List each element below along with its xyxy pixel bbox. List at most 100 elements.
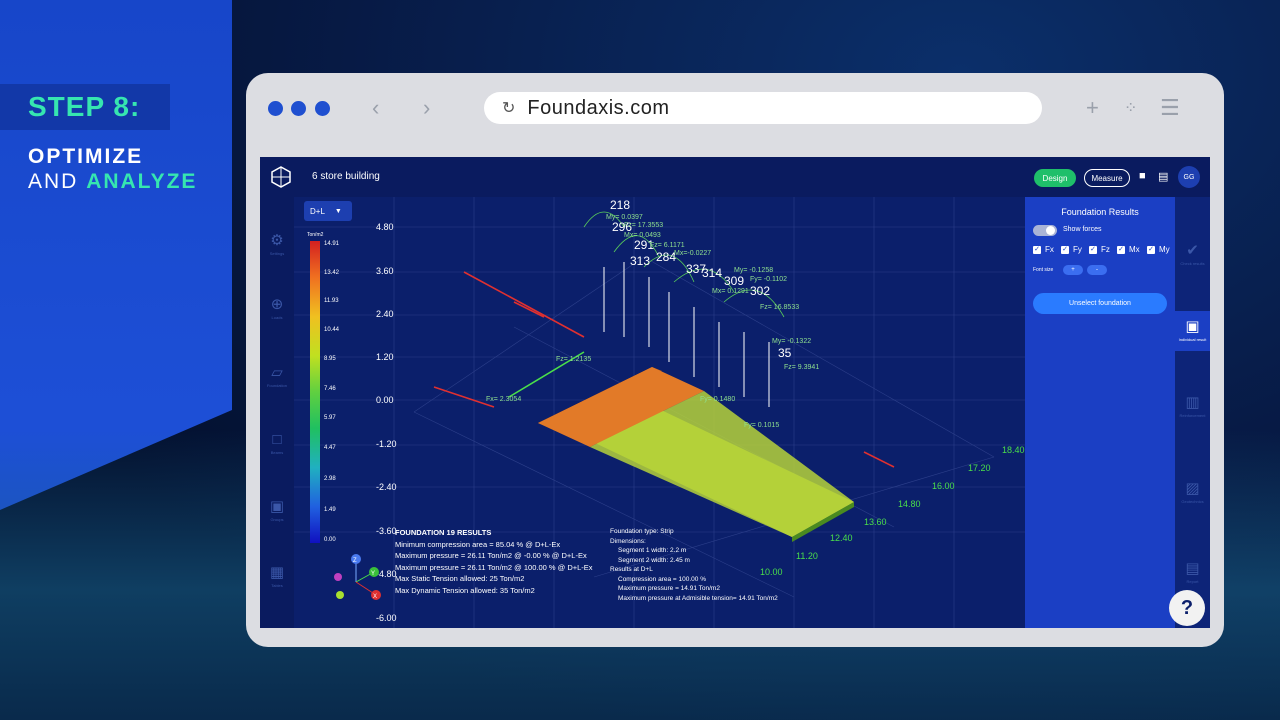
details-line: Maximum pressure = 14.91 Ton/m2 bbox=[618, 585, 720, 592]
design-button[interactable]: Design bbox=[1034, 169, 1076, 187]
force-label: Fy= 0.1480 bbox=[700, 396, 735, 403]
checkbox-fz[interactable]: ✓ Fz bbox=[1089, 245, 1110, 254]
font-size-decrease-button[interactable]: - bbox=[1087, 265, 1107, 275]
gizmo-label: Z bbox=[353, 558, 357, 564]
force-label: Mx= 0.1291 bbox=[712, 288, 749, 295]
details-line: Segment 2 width: 2.45 m bbox=[618, 556, 690, 564]
plus-icon[interactable]: + bbox=[1086, 95, 1099, 121]
sidebar-item-foundation[interactable]: ▱ Foundation bbox=[260, 363, 294, 388]
3d-viewport[interactable]: 4.80 3.60 2.40 1.20 0.00 -1.20 -2.40 -3.… bbox=[294, 197, 1025, 628]
foundation-icon: ▱ bbox=[271, 364, 283, 381]
sidebar-label: Beams bbox=[270, 450, 284, 455]
results-line: Maximum pressure = 26.11 Ton/m2 @ -0.00 … bbox=[395, 551, 587, 560]
scale-value: 10.44 bbox=[324, 327, 340, 333]
rail-item-reinforcement[interactable]: ▥ Reinforcement bbox=[1175, 393, 1210, 418]
node-id: 35 bbox=[778, 346, 792, 360]
node-id: 302 bbox=[750, 284, 770, 298]
address-bar[interactable]: ↻ Foundaxis.com bbox=[484, 92, 1042, 124]
check-icon: ✔ bbox=[1186, 242, 1199, 259]
promo-heading-accent: ANALYZE bbox=[86, 170, 198, 193]
rail-label: Report bbox=[1186, 579, 1199, 584]
force-label: Fy= 0.1015 bbox=[744, 422, 779, 429]
left-tool-rail: ⚙ Settings ⊕ Loads ▱ Foundation □ Beams ▣ Gro… bbox=[260, 197, 294, 628]
z-tick: 4.80 bbox=[376, 222, 394, 232]
node-id: 218 bbox=[610, 198, 630, 212]
checkbox-fx[interactable]: ✓ Fx bbox=[1033, 245, 1054, 254]
beams-icon: □ bbox=[272, 431, 282, 448]
show-forces-toggle[interactable] bbox=[1033, 225, 1057, 236]
y-tick: 16.00 bbox=[932, 481, 955, 491]
window-dot-minimize[interactable] bbox=[291, 101, 306, 116]
window-dot-close[interactable] bbox=[268, 101, 283, 116]
font-size-label: Font size bbox=[1033, 267, 1054, 273]
checkbox-mx[interactable]: ✓ Mx bbox=[1117, 245, 1140, 254]
foundaxis-logo-icon[interactable] bbox=[270, 165, 292, 189]
z-axis-labels: 4.80 3.60 2.40 1.20 0.00 -1.20 -2.40 -3.… bbox=[376, 222, 397, 623]
pressure-color-scale bbox=[310, 241, 320, 543]
browser-window: ‹ › ↻ Foundaxis.com + ⁘ ☰ 6 store buildi… bbox=[246, 73, 1224, 647]
user-avatar[interactable]: GG bbox=[1178, 166, 1200, 188]
force-label: My= -0.1258 bbox=[734, 267, 773, 274]
details-line: Results at D+L bbox=[610, 566, 653, 573]
force-label: Fz= 17.3553 bbox=[624, 222, 663, 229]
promo-heading-line2: AND ANALYZE bbox=[28, 170, 197, 194]
rail-item-report[interactable]: ▤ Report bbox=[1175, 559, 1210, 584]
show-forces-label: Show forces bbox=[1063, 226, 1102, 233]
measure-button[interactable]: Measure bbox=[1084, 169, 1130, 187]
reload-icon[interactable]: ↻ bbox=[502, 98, 515, 118]
app-header: 6 store building Design Measure ■ ▤ GG bbox=[260, 157, 1210, 197]
font-size-increase-button[interactable]: + bbox=[1063, 265, 1083, 275]
z-tick: 1.20 bbox=[376, 352, 394, 362]
foundation-results-panel: Foundation Results Show forces ✓ Fx ✓ Fy ✓… bbox=[1025, 197, 1175, 628]
force-label: Fz= 16.8533 bbox=[760, 304, 799, 311]
checkbox-label: My bbox=[1159, 245, 1170, 254]
check-icon: ✓ bbox=[1033, 245, 1041, 254]
axis-gizmo[interactable]: Z Y X bbox=[334, 554, 381, 600]
save-icon[interactable]: ■ bbox=[1139, 170, 1146, 182]
z-tick: -4.80 bbox=[376, 569, 397, 579]
promo-heading-line1: OPTIMIZE bbox=[28, 145, 144, 168]
details-line: Dimensions: bbox=[610, 537, 646, 545]
z-tick: 2.40 bbox=[376, 309, 394, 319]
window-dot-maximize[interactable] bbox=[315, 101, 330, 116]
scale-value: 7.46 bbox=[324, 386, 336, 392]
y-tick: 12.40 bbox=[830, 533, 853, 543]
combo-value: D+L bbox=[310, 206, 325, 216]
load-combination-dropdown[interactable]: D+L ▼ bbox=[304, 201, 352, 221]
sidebar-item-tables[interactable]: ▦ Tables bbox=[260, 563, 294, 588]
z-tick: -1.20 bbox=[376, 439, 397, 449]
geotechnics-icon: ▨ bbox=[1185, 480, 1200, 497]
rail-item-check-results[interactable]: ✔ Check results bbox=[1175, 241, 1210, 266]
sidebar-item-settings[interactable]: ⚙ Settings bbox=[260, 231, 294, 256]
back-arrow-icon[interactable]: ‹ bbox=[372, 95, 379, 121]
details-line: Maximum pressure at Admisible tension= 1… bbox=[618, 594, 778, 602]
y-tick: 11.20 bbox=[796, 551, 818, 561]
foundaxis-app: 6 store building Design Measure ■ ▤ GG ⚙… bbox=[260, 157, 1210, 628]
sidebar-item-beams[interactable]: □ Beams bbox=[260, 431, 294, 455]
z-tick: -3.60 bbox=[376, 526, 397, 536]
rail-item-individual-result[interactable]: ▣ Individual result bbox=[1175, 311, 1210, 351]
details-line: Segment 1 width: 2.2 m bbox=[618, 547, 687, 554]
checkbox-fy[interactable]: ✓ Fy bbox=[1061, 245, 1082, 254]
sidebar-label: Settings bbox=[269, 251, 285, 256]
checkbox-my[interactable]: ✓ My bbox=[1147, 245, 1170, 254]
checkbox-label: Fx bbox=[1045, 245, 1054, 254]
url-text: Foundaxis.com bbox=[527, 96, 670, 119]
help-button[interactable]: ? bbox=[1169, 590, 1205, 626]
sidebar-item-loads[interactable]: ⊕ Loads bbox=[260, 295, 294, 320]
groups-icon: ▣ bbox=[269, 498, 285, 515]
promo-heading-prefix: AND bbox=[28, 170, 79, 193]
promo-panel bbox=[0, 0, 232, 410]
force-label: Fz= 1.2135 bbox=[556, 356, 591, 363]
export-icon[interactable]: ▤ bbox=[1158, 170, 1168, 183]
sidebar-item-groups[interactable]: ▣ Groups bbox=[260, 497, 294, 522]
menu-icon[interactable]: ☰ bbox=[1160, 95, 1180, 121]
results-title: FOUNDATION 19 RESULTS bbox=[395, 528, 492, 537]
unselect-foundation-button[interactable]: Unselect foundation bbox=[1033, 293, 1167, 314]
forward-arrow-icon[interactable]: › bbox=[423, 95, 430, 121]
force-label: Mx=-0.0227 bbox=[674, 250, 711, 257]
rail-item-geotechnics[interactable]: ▨ Geotechnics bbox=[1175, 479, 1210, 504]
rail-label: Check results bbox=[1180, 261, 1205, 266]
grid-icon[interactable]: ⁘ bbox=[1124, 98, 1137, 118]
y-tick: 18.40 bbox=[1002, 445, 1025, 455]
